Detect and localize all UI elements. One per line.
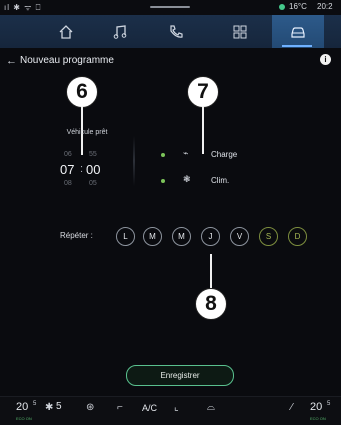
windshield-defrost-icon[interactable]: ⌓ [207,402,215,413]
right-temp-decimal: 5 [327,401,331,407]
day-samedi[interactable]: S [259,227,278,246]
home-icon [59,24,73,39]
right-temp[interactable]: 20 [310,401,322,413]
nav-car[interactable] [272,15,324,48]
day-jeudi[interactable]: J [201,227,220,246]
top-nav [0,15,341,48]
phone-icon [170,24,183,38]
music-icon [113,24,127,39]
ac-button[interactable]: A/C [142,403,157,413]
callout-8-line [210,254,212,288]
nav-phone[interactable] [150,15,202,48]
day-vendredi[interactable]: V [230,227,249,246]
picker-next-hour[interactable]: 08 [64,180,72,187]
seat-icon[interactable]: ⌞ [174,402,179,413]
status-dot [279,4,285,10]
clim-icon[interactable]: ❃ [183,174,191,185]
charge-label[interactable]: Charge [211,150,237,159]
signal-icons: ıl ✱ ᯤ ⎕ [4,3,42,12]
callout-6: 6 [66,76,98,108]
callout-7: 7 [187,76,219,108]
day-lundi[interactable]: L [116,227,135,246]
rear-defrost-icon[interactable]: ⁄ [291,402,293,413]
back-arrow-icon[interactable]: ← [6,55,17,67]
charge-icon[interactable]: ⌁ [183,148,188,159]
day-mercredi[interactable]: M [172,227,191,246]
steering-heat-icon[interactable]: ⊛ [86,402,94,413]
callout-8: 8 [195,288,227,320]
nav-apps[interactable] [214,15,266,48]
nav-home[interactable] [40,15,92,48]
right-eco-label: ECO ON [310,416,326,421]
clim-label[interactable]: Clim. [211,176,229,185]
clock: 20:2 [317,2,333,11]
info-icon[interactable]: i [320,54,331,65]
picker-hour[interactable]: 07 [60,162,74,177]
left-temp-decimal: 5 [33,401,37,407]
left-temp[interactable]: 20 [16,401,28,413]
save-button[interactable]: Enregistrer [126,365,234,386]
fan-speed[interactable]: 5 [56,401,62,412]
picker-next-min[interactable]: 05 [89,180,97,187]
car-icon [291,26,305,38]
picker-separator: : [80,163,84,175]
repeat-label: Répéter : [60,231,93,240]
divider [133,136,135,186]
clim-status-dot [161,179,165,183]
seat-heat-icon[interactable]: ⌐ [117,402,123,413]
day-mardi[interactable]: M [143,227,162,246]
picker-prev-min[interactable]: 55 [89,151,97,158]
apps-icon [233,25,247,38]
left-eco-label: ECO ON [16,416,32,421]
nav-music[interactable] [94,15,146,48]
drag-handle[interactable] [150,6,190,8]
outside-temp: 16°C [289,2,307,11]
nav-active-indicator [282,45,312,47]
fan-icon[interactable]: ✱ [45,402,53,413]
picker-prev-hour[interactable]: 06 [64,151,72,158]
day-dimanche[interactable]: D [288,227,307,246]
status-bar: ıl ✱ ᯤ ⎕ 16°C 20:2 [0,0,341,15]
callout-7-line [202,107,204,154]
charge-status-dot [161,153,165,157]
picker-minute[interactable]: 00 [86,162,100,177]
page-title: Nouveau programme [20,55,114,66]
ready-time-label: Véhicule prêt [66,129,108,136]
